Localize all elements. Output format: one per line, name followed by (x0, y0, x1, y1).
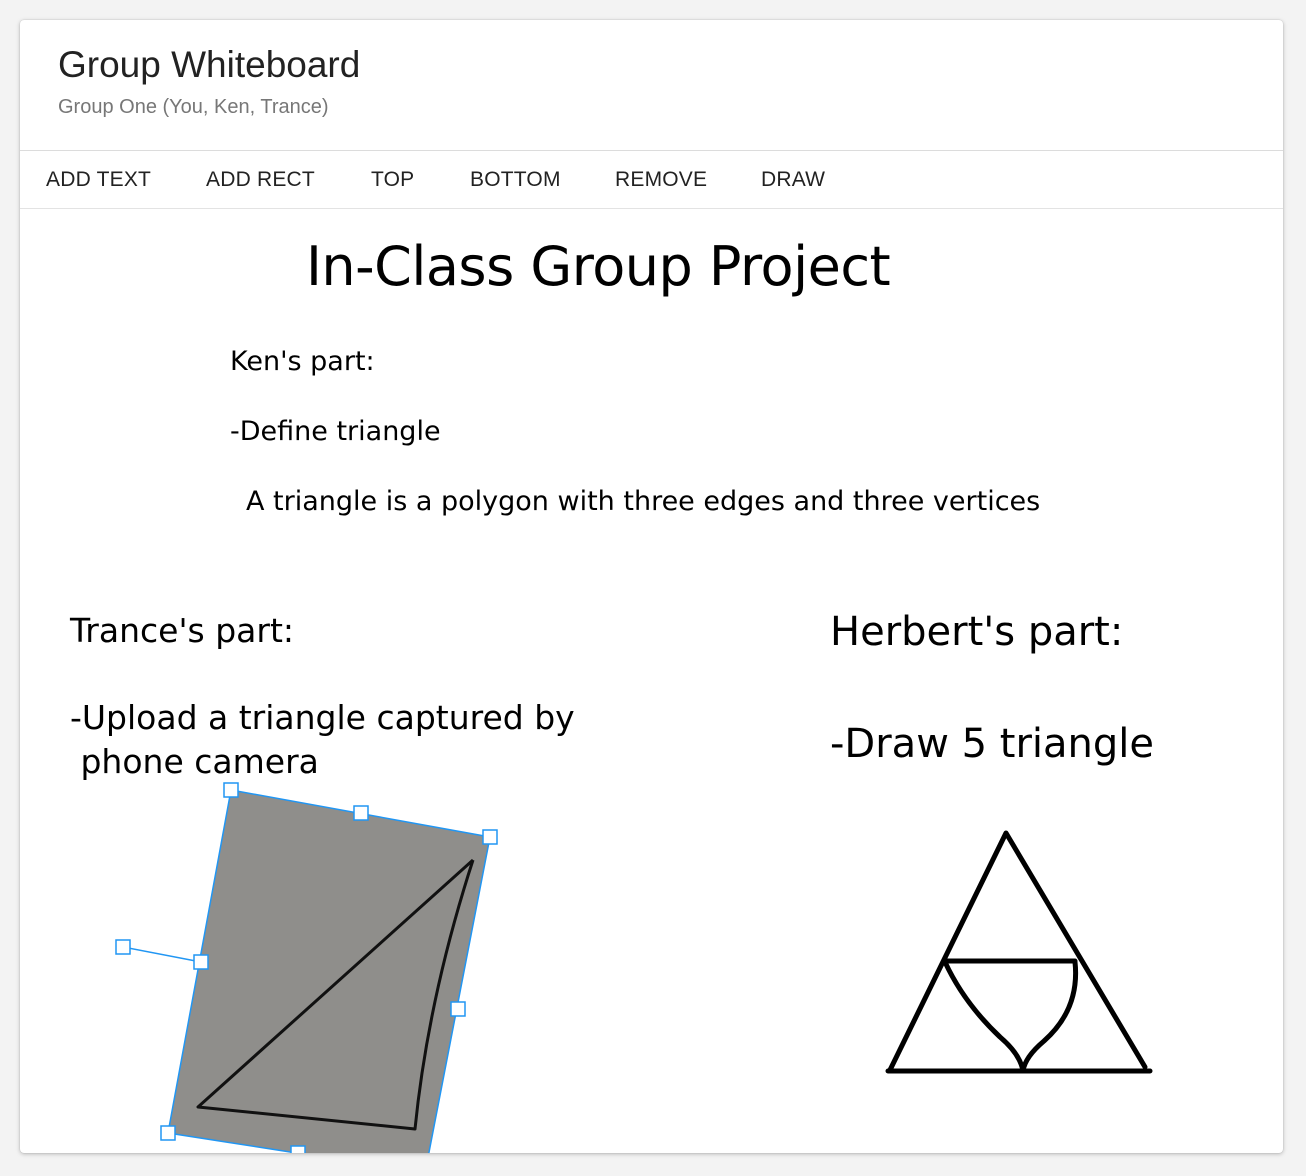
add-text-button[interactable]: ADD TEXT (46, 163, 151, 197)
bottom-button[interactable]: BOTTOM (470, 163, 561, 197)
triforce-sketch[interactable] (885, 830, 1153, 1074)
resize-handle-top-left[interactable] (223, 782, 239, 798)
resize-handle-bottom[interactable] (290, 1145, 306, 1153)
resize-handle-top[interactable] (353, 805, 369, 821)
sketch-inner-left-curve (942, 959, 1026, 1074)
group-subtitle: Group One (You, Ken, Trance) (58, 96, 329, 118)
rotation-handle-line (122, 946, 202, 963)
top-button[interactable]: TOP (371, 163, 414, 197)
rotation-handle[interactable] (115, 939, 131, 955)
sketch-outer-triangle (887, 830, 1148, 1073)
sketch-inner-right-curve (1020, 959, 1079, 1074)
draw-button[interactable]: DRAW (761, 163, 825, 197)
page-title: Group Whiteboard (58, 44, 361, 85)
whiteboard-canvas[interactable]: In-Class Group Project Ken's part: -Defi… (20, 209, 1283, 1153)
resize-handle-bottom-left[interactable] (160, 1125, 176, 1141)
toolbar: ADD TEXT ADD RECT TOP BOTTOM REMOVE DRAW (20, 151, 1283, 209)
resize-handle-right[interactable] (450, 1001, 466, 1017)
resize-handle-top-right[interactable] (482, 829, 498, 845)
remove-button[interactable]: REMOVE (615, 163, 707, 197)
resize-handle-left[interactable] (193, 954, 209, 970)
canvas-objects (115, 782, 1153, 1153)
header: Group Whiteboard Group One (You, Ken, Tr… (20, 20, 1283, 151)
add-rect-button[interactable]: ADD RECT (206, 163, 315, 197)
triangle-photo[interactable] (168, 790, 490, 1153)
whiteboard-card: Group Whiteboard Group One (You, Ken, Tr… (20, 20, 1283, 1153)
